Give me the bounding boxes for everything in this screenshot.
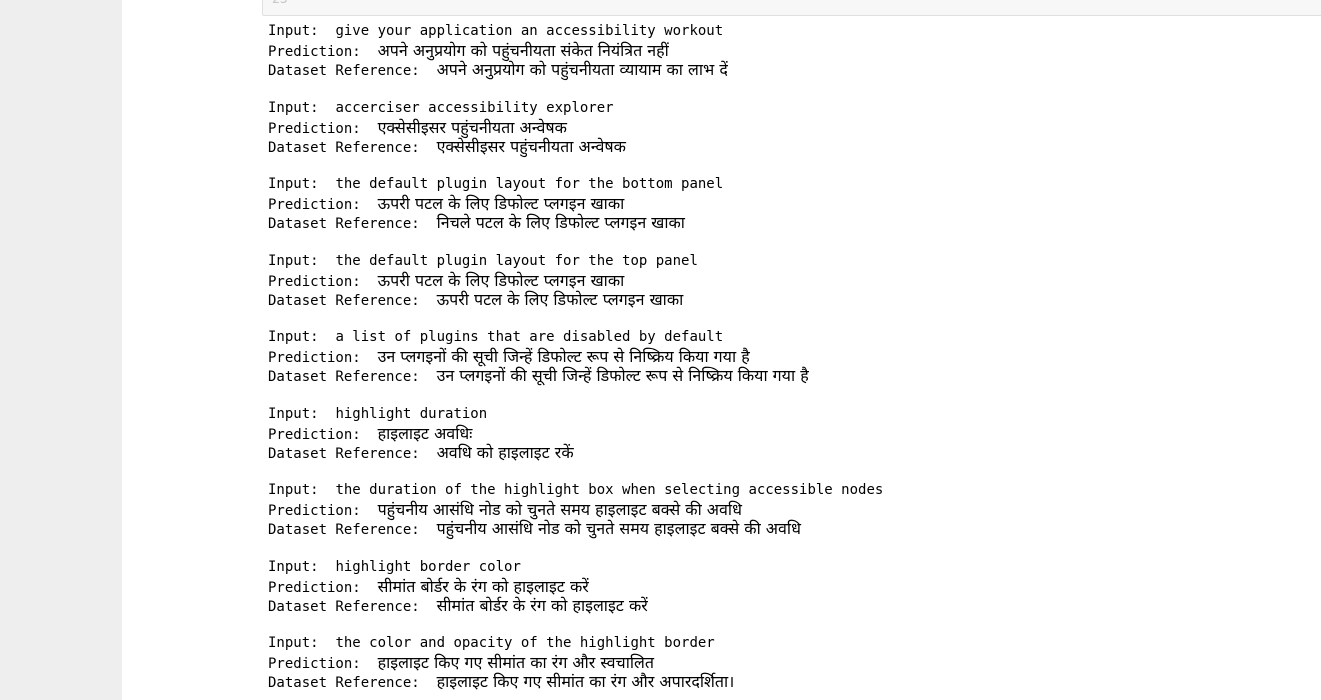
input-text: the default plugin layout for the bottom… (335, 176, 724, 192)
input-label: Input: (268, 329, 336, 345)
input-text: give your application an accessibility w… (335, 23, 724, 39)
input-text: highlight duration (335, 405, 488, 422)
reference-label: Dataset Reference: (268, 675, 437, 691)
prediction-line: Prediction: ऊपरी पटल के लिए डिफोल्ट प्लग… (268, 194, 883, 213)
reference-label: Dataset Reference: (268, 139, 437, 156)
prediction-label: Prediction: (268, 197, 378, 213)
prediction-line: Prediction: हाइलाइट किए गए सीमांत का रंग… (268, 653, 883, 672)
reference-line: Dataset Reference: पहुंचनीय आसंधि नोड को… (268, 519, 883, 538)
output-entry: Input: the color and opacity of the high… (268, 634, 883, 700)
input-label: Input: (268, 252, 336, 269)
input-text: the default plugin layout for the top pa… (335, 252, 698, 269)
output-entry: Input: a list of plugins that are disabl… (268, 328, 883, 405)
input-line: Input: a list of plugins that are disabl… (268, 328, 883, 347)
reference-text: अवधि को हाइलाइट रकें (436, 442, 574, 462)
input-line: Input: the duration of the highlight box… (268, 481, 883, 500)
prediction-label: Prediction: (268, 503, 378, 519)
output-entry: Input: the duration of the highlight box… (268, 481, 883, 558)
prediction-text: हाइलाइट किए गए सीमांत का रंग और स्वचालित (377, 653, 654, 672)
reference-text: अपने अनुप्रयोग को पहुंचनीयता व्यायाम का … (436, 60, 728, 79)
input-text: highlight border color (335, 558, 521, 575)
input-text: the color and opacity of the highlight b… (335, 635, 715, 651)
cell-execution-count: 23 (272, 0, 288, 7)
input-line: Input: the color and opacity of the high… (268, 634, 883, 653)
reference-text: सीमांत बोर्डर के रंग को हाइलाइट करें (436, 595, 648, 615)
input-line: Input: the default plugin layout for the… (268, 175, 883, 194)
prediction-text: हाइलाइट अवधिः (377, 423, 473, 443)
output-entry: Input: give your application an accessib… (268, 22, 883, 99)
reference-text: ऊपरी पटल के लिए डिफोल्ट प्लगइन खाका (436, 289, 684, 309)
reference-text: एक्सेसीइसर पहुंचनीयता अन्वेषक (436, 136, 626, 156)
input-line: Input: accerciser accessibility explorer (268, 99, 883, 118)
input-label: Input: (268, 176, 336, 192)
reference-text: उन प्लगइनों की सूची जिन्हें डिफोल्ट रूप … (436, 366, 809, 385)
input-line: Input: highlight duration (268, 405, 883, 424)
input-label: Input: (268, 558, 336, 575)
reference-label: Dataset Reference: (268, 445, 437, 462)
input-line: Input: highlight border color (268, 558, 883, 577)
cell-output: Input: give your application an accessib… (268, 22, 883, 700)
reference-label: Dataset Reference: (268, 292, 437, 309)
output-entry: Input: the default plugin layout for the… (268, 252, 883, 329)
prediction-label: Prediction: (268, 579, 378, 596)
prediction-text: ऊपरी पटल के लिए डिफोल्ट प्लगइन खाका (377, 194, 625, 213)
reference-line: Dataset Reference: अवधि को हाइलाइट रकें (268, 443, 883, 462)
input-label: Input: (268, 635, 336, 651)
input-label: Input: (268, 482, 336, 498)
prediction-label: Prediction: (268, 426, 378, 443)
input-text: accerciser accessibility explorer (335, 99, 614, 116)
output-entry: Input: highlight duration Prediction: हाइ… (268, 405, 883, 482)
prediction-text: अपने अनुप्रयोग को पहुंचनीयता संकेत नियंत… (377, 41, 669, 60)
prediction-label: Prediction: (268, 273, 378, 290)
prediction-line: Prediction: एक्सेसीइसर पहुंचनीयता अन्वेष… (268, 118, 883, 137)
input-line: Input: the default plugin layout for the… (268, 252, 883, 271)
prediction-line: Prediction: सीमांत बोर्डर के रंग को हाइल… (268, 577, 883, 596)
prediction-text: ऊपरी पटल के लिए डिफोल्ट प्लगइन खाका (377, 270, 625, 290)
prediction-label: Prediction: (268, 350, 378, 366)
reference-label: Dataset Reference: (268, 63, 437, 79)
input-label: Input: (268, 23, 336, 39)
output-entry: Input: accerciser accessibility explorer… (268, 99, 883, 176)
input-text: a list of plugins that are disabled by d… (335, 329, 724, 345)
reference-line: Dataset Reference: एक्सेसीइसर पहुंचनीयता… (268, 137, 883, 156)
output-entry: Input: the default plugin layout for the… (268, 175, 883, 252)
prediction-text: एक्सेसीइसर पहुंचनीयता अन्वेषक (377, 117, 567, 137)
output-entry: Input: highlight border color Prediction:… (268, 558, 883, 635)
reference-line: Dataset Reference: हाइलाइट किए गए सीमांत… (268, 672, 883, 691)
prediction-line: Prediction: पहुंचनीय आसंधि नोड को चुनते … (268, 500, 883, 519)
prediction-text: सीमांत बोर्डर के रंग को हाइलाइट करें (377, 576, 589, 596)
prediction-text: पहुंचनीय आसंधि नोड को चुनते समय हाइलाइट … (377, 500, 742, 519)
reference-line: Dataset Reference: ऊपरी पटल के लिए डिफोल… (268, 290, 883, 309)
reference-label: Dataset Reference: (268, 598, 437, 615)
prediction-label: Prediction: (268, 44, 378, 60)
reference-line: Dataset Reference: उन प्लगइनों की सूची ज… (268, 366, 883, 385)
notebook-panel: 23 Input: give your application an acces… (122, 0, 1321, 700)
prediction-line: Prediction: उन प्लगइनों की सूची जिन्हें … (268, 347, 883, 366)
prediction-line: Prediction: हाइलाइट अवधिः (268, 424, 883, 443)
reference-label: Dataset Reference: (268, 216, 437, 232)
prediction-line: Prediction: अपने अनुप्रयोग को पहुंचनीयता… (268, 41, 883, 60)
prediction-text: उन प्लगइनों की सूची जिन्हें डिफोल्ट रूप … (377, 347, 750, 366)
reference-text: हाइलाइट किए गए सीमांत का रंग और अपारदर्श… (436, 672, 735, 691)
prediction-label: Prediction: (268, 120, 378, 137)
code-cell-input[interactable]: 23 (262, 0, 1321, 16)
reference-label: Dataset Reference: (268, 369, 437, 385)
reference-line: Dataset Reference: अपने अनुप्रयोग को पहु… (268, 60, 883, 79)
reference-text: पहुंचनीय आसंधि नोड को चुनते समय हाइलाइट … (436, 519, 801, 538)
reference-text: निचले पटल के लिए डिफोल्ट प्लगइन खाका (436, 213, 685, 232)
prediction-label: Prediction: (268, 656, 378, 672)
reference-line: Dataset Reference: निचले पटल के लिए डिफो… (268, 213, 883, 232)
prediction-line: Prediction: ऊपरी पटल के लिए डिफोल्ट प्लग… (268, 271, 883, 290)
input-text: the duration of the highlight box when s… (335, 482, 884, 498)
reference-label: Dataset Reference: (268, 522, 437, 538)
reference-line: Dataset Reference: सीमांत बोर्डर के रंग … (268, 596, 883, 615)
input-label: Input: (268, 99, 336, 116)
input-label: Input: (268, 405, 336, 422)
input-line: Input: give your application an accessib… (268, 22, 883, 41)
